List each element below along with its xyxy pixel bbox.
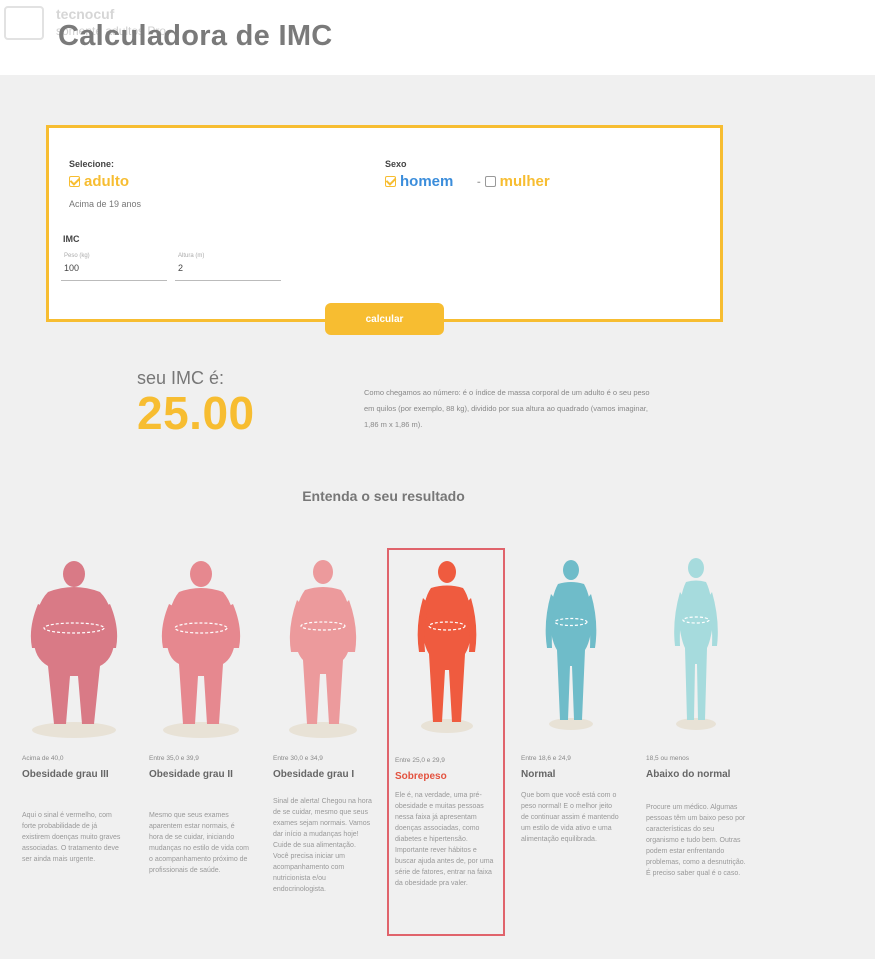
category-card-obesidade-1: Entre 30,0 e 34,9 Obesidade grau I Sinal…	[267, 548, 385, 936]
height-field[interactable]: Altura (m) 2	[175, 251, 281, 281]
weight-placeholder: Peso (kg)	[64, 253, 90, 259]
checkbox-checked-icon[interactable]	[69, 176, 80, 187]
option-mulher[interactable]: - mulher	[477, 173, 550, 190]
category-description: Procure um médico. Algumas pessoas têm u…	[646, 804, 746, 877]
weight-field[interactable]: Peso (kg) 100	[61, 251, 167, 281]
page-title: Calculadora de IMC	[58, 20, 333, 52]
imc-label: IMC	[63, 234, 80, 244]
body-figure-icon	[417, 561, 477, 733]
category-card-obesidade-2: Entre 35,0 e 39,9 Obesidade grau II Mesm…	[143, 548, 261, 936]
dash-icon: -	[477, 175, 481, 188]
result-value: 25.00	[137, 387, 255, 439]
category-name: Abaixo do normal	[646, 769, 731, 780]
category-name: Obesidade grau I	[273, 769, 355, 780]
category-card-normal: Entre 18,6 e 24,9 Normal Que bom que voc…	[515, 548, 633, 936]
category-description: Mesmo que seus exames aparentem estar no…	[149, 812, 249, 874]
category-name: Normal	[521, 769, 556, 780]
option-adulto-label: adulto	[84, 173, 129, 190]
option-homem[interactable]: homem	[385, 173, 453, 190]
result-description: Como chegamos ao número: é o índice de m…	[364, 388, 650, 429]
category-name: Obesidade grau III	[22, 769, 109, 780]
brand-top: tecnocuf	[56, 6, 115, 22]
category-range: 18,5 ou menos	[646, 755, 690, 762]
option-mulher-label: mulher	[499, 173, 550, 190]
body-figure-icon	[161, 561, 241, 738]
category-range: Entre 35,0 e 39,9	[149, 755, 199, 762]
option-homem-label: homem	[400, 173, 454, 190]
body-figure-icon	[289, 560, 357, 738]
category-card-obesidade-3: Acima de 40,0 Obesidade grau III Aqui o …	[16, 548, 134, 936]
calculate-button[interactable]: calcular	[325, 303, 444, 335]
height-placeholder: Altura (m)	[178, 253, 205, 259]
category-range: Acima de 40,0	[22, 755, 64, 762]
sex-label: Sexo	[385, 159, 407, 169]
group-note: Acima de 19 anos	[69, 199, 142, 209]
section-title: Entenda o seu resultado	[302, 488, 465, 504]
height-value: 2	[178, 263, 184, 273]
category-range: Entre 25,0 e 29,9	[395, 757, 445, 764]
category-card-sobrepeso: Entre 25,0 e 29,9 Sobrepeso Ele é, na ve…	[387, 548, 505, 936]
category-description: Que bom que você está com o peso normal!…	[521, 792, 619, 843]
category-description: Sinal de alerta! Chegou na hora de se cu…	[273, 798, 372, 893]
category-name: Sobrepeso	[395, 771, 447, 782]
checkbox-unchecked-icon[interactable]	[484, 176, 496, 187]
imc-form: Selecione: adulto Acima de 19 anos Sexo …	[46, 125, 723, 322]
category-name: Obesidade grau II	[149, 769, 233, 780]
body-figure-icon	[545, 560, 597, 730]
category-description: Ele é, na verdade, uma pré-obesidade e m…	[395, 792, 494, 887]
body-figure-icon	[674, 558, 718, 730]
category-description: Aqui o sinal é vermelho, com forte proba…	[22, 812, 121, 863]
category-range: Entre 30,0 e 34,9	[273, 755, 323, 762]
weight-value: 100	[64, 263, 80, 273]
category-card-abaixo-normal: 18,5 ou menos Abaixo do normal Procure u…	[640, 548, 758, 936]
logo-icon	[4, 6, 44, 40]
option-adulto[interactable]: adulto	[69, 173, 129, 190]
checkbox-checked-icon[interactable]	[385, 176, 396, 187]
header: tecnocuf somente adultos Pro Calculadora…	[0, 0, 875, 75]
category-range: Entre 18,6 e 24,9	[521, 755, 571, 762]
body-figure-icon	[30, 561, 118, 738]
select-label: Selecione:	[69, 159, 115, 169]
